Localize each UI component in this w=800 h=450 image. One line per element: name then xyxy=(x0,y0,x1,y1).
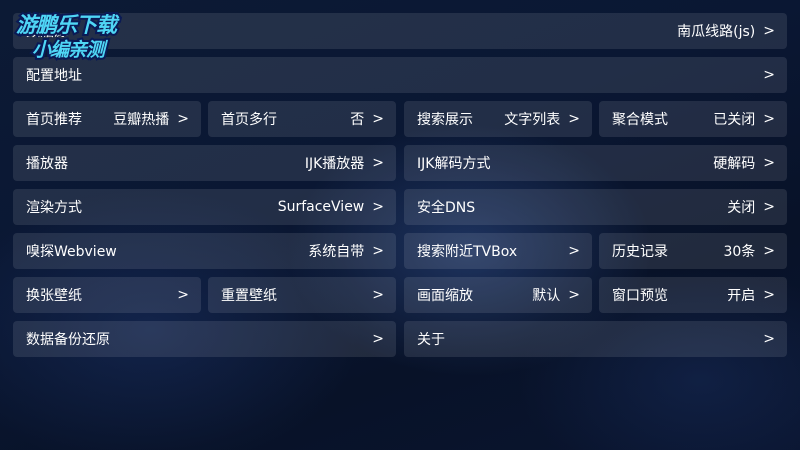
chevron-right-icon: > xyxy=(763,243,775,259)
setting-home-multirow[interactable]: 首页多行 否 > xyxy=(208,101,396,137)
setting-reset-wallpaper[interactable]: 重置壁纸 > xyxy=(208,277,396,313)
setting-label: 历史记录 xyxy=(612,244,668,260)
setting-label: 搜索附近TVBox xyxy=(417,244,518,260)
chevron-right-icon: > xyxy=(763,111,775,127)
chevron-right-icon: > xyxy=(372,155,384,171)
setting-label: IJK解码方式 xyxy=(417,156,491,172)
setting-about[interactable]: 关于 > xyxy=(404,321,787,357)
setting-player[interactable]: 播放器 IJK播放器 > xyxy=(13,145,396,181)
setting-label: 画面缩放 xyxy=(417,288,473,304)
setting-label: 聚合模式 xyxy=(612,112,668,128)
setting-value: 文字列表 xyxy=(504,112,561,128)
setting-sniff-webview[interactable]: 嗅探Webview 系统自带 > xyxy=(13,233,396,269)
setting-config-address[interactable]: 配置地址 > xyxy=(13,57,787,93)
setting-value: SurfaceView xyxy=(277,199,365,215)
setting-label: 首页多行 xyxy=(221,112,277,128)
setting-value: 豆瓣热播 xyxy=(113,112,170,128)
setting-value: 南瓜线路(js) xyxy=(677,24,756,40)
chevron-right-icon: > xyxy=(372,243,384,259)
setting-label: 重置壁纸 xyxy=(221,288,277,304)
setting-change-wallpaper[interactable]: 换张壁纸 > xyxy=(13,277,201,313)
setting-label: 数据源 xyxy=(26,24,68,40)
setting-value: IJK播放器 xyxy=(304,156,365,172)
setting-label: 嗅探Webview xyxy=(26,244,117,260)
setting-secure-dns[interactable]: 安全DNS 关闭 > xyxy=(404,189,787,225)
setting-label: 关于 xyxy=(417,332,445,348)
setting-history[interactable]: 历史记录 30条 > xyxy=(599,233,787,269)
setting-label: 窗口预览 xyxy=(612,288,668,304)
setting-value: 已关闭 xyxy=(713,112,756,128)
setting-label: 首页推荐 xyxy=(26,112,82,128)
setting-value: 默认 xyxy=(532,288,561,304)
chevron-right-icon: > xyxy=(568,243,580,259)
setting-search-display[interactable]: 搜索展示 文字列表 > xyxy=(404,101,592,137)
chevron-right-icon: > xyxy=(763,23,775,39)
setting-window-preview[interactable]: 窗口预览 开启 > xyxy=(599,277,787,313)
chevron-right-icon: > xyxy=(568,287,580,303)
setting-label: 播放器 xyxy=(26,156,68,172)
setting-search-nearby-tvbox[interactable]: 搜索附近TVBox > xyxy=(404,233,592,269)
setting-render-mode[interactable]: 渲染方式 SurfaceView > xyxy=(13,189,396,225)
setting-data-source[interactable]: 数据源 南瓜线路(js) > xyxy=(13,13,787,49)
setting-label: 渲染方式 xyxy=(26,200,82,216)
setting-value: 30条 xyxy=(723,244,756,260)
setting-value: 硬解码 xyxy=(713,156,756,172)
setting-label: 搜索展示 xyxy=(417,112,473,128)
setting-value: 否 xyxy=(350,112,365,128)
setting-value: 开启 xyxy=(727,288,756,304)
chevron-right-icon: > xyxy=(372,111,384,127)
setting-label: 配置地址 xyxy=(26,68,82,84)
chevron-right-icon: > xyxy=(763,287,775,303)
setting-value: 系统自带 xyxy=(308,244,365,260)
chevron-right-icon: > xyxy=(763,199,775,215)
chevron-right-icon: > xyxy=(372,199,384,215)
chevron-right-icon: > xyxy=(763,331,775,347)
setting-aggregate-mode[interactable]: 聚合模式 已关闭 > xyxy=(599,101,787,137)
setting-ijk-decode[interactable]: IJK解码方式 硬解码 > xyxy=(404,145,787,181)
setting-home-recommend[interactable]: 首页推荐 豆瓣热播 > xyxy=(13,101,201,137)
setting-label: 安全DNS xyxy=(417,200,476,216)
chevron-right-icon: > xyxy=(372,331,384,347)
setting-value: 关闭 xyxy=(727,200,756,216)
chevron-right-icon: > xyxy=(763,67,775,83)
chevron-right-icon: > xyxy=(177,287,189,303)
chevron-right-icon: > xyxy=(372,287,384,303)
chevron-right-icon: > xyxy=(568,111,580,127)
setting-picture-zoom[interactable]: 画面缩放 默认 > xyxy=(404,277,592,313)
chevron-right-icon: > xyxy=(763,155,775,171)
setting-label: 数据备份还原 xyxy=(26,332,110,348)
setting-backup-restore[interactable]: 数据备份还原 > xyxy=(13,321,396,357)
setting-label: 换张壁纸 xyxy=(26,288,82,304)
chevron-right-icon: > xyxy=(177,111,189,127)
